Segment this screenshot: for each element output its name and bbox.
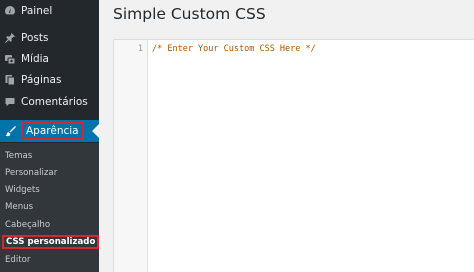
pages-icon: [0, 69, 20, 90]
sidebar-item-label: Posts: [21, 31, 49, 44]
submenu-item-temas[interactable]: Temas: [5, 150, 32, 163]
submenu-item-css-personalizado[interactable]: CSS personalizado: [2, 235, 100, 249]
submenu-item-editor[interactable]: Editor: [5, 254, 30, 267]
sidebar-item-aparencia[interactable]: Aparência: [0, 120, 99, 142]
submenu-item-widgets[interactable]: Widgets: [5, 184, 40, 197]
sidebar-item-label: Comentários: [21, 95, 88, 108]
active-indicator-arrow: [92, 124, 99, 138]
brush-icon: [0, 121, 20, 142]
line-number-gutter: 1: [114, 40, 148, 272]
submenu-item-menus[interactable]: Menus: [5, 201, 33, 214]
line-number: 1: [137, 44, 143, 54]
appearance-submenu: Temas Personalizar Widgets Menus Cabeçal…: [0, 143, 100, 272]
page-title: Simple Custom CSS: [113, 5, 266, 23]
sidebar-item-label: Mídia: [21, 52, 49, 65]
sidebar-item-label: Painel: [21, 4, 53, 17]
comments-icon: [0, 91, 20, 112]
code-line[interactable]: /* Enter Your Custom CSS Here */: [152, 44, 316, 54]
sidebar-item-midia[interactable]: Mídia: [0, 48, 99, 69]
media-icon: [0, 48, 20, 69]
sidebar-item-paginas[interactable]: Páginas: [0, 69, 99, 90]
css-code-editor[interactable]: 1 /* Enter Your Custom CSS Here */: [113, 39, 474, 272]
submenu-item-personalizar[interactable]: Personalizar: [5, 167, 57, 180]
sidebar-item-comentarios[interactable]: Comentários: [0, 91, 99, 112]
sidebar-item-posts[interactable]: Posts: [0, 27, 99, 48]
dashboard-icon: [0, 0, 20, 21]
submenu-item-label: CSS personalizado: [2, 235, 100, 249]
pin-icon: [0, 27, 20, 48]
sidebar-item-painel[interactable]: Painel: [0, 0, 99, 21]
sidebar-item-label: Aparência: [21, 122, 84, 140]
admin-sidebar: Painel Posts Mídia Páginas Comentários A…: [0, 0, 100, 272]
submenu-item-cabecalho[interactable]: Cabeçalho: [5, 219, 50, 232]
sidebar-item-label: Páginas: [21, 73, 62, 86]
